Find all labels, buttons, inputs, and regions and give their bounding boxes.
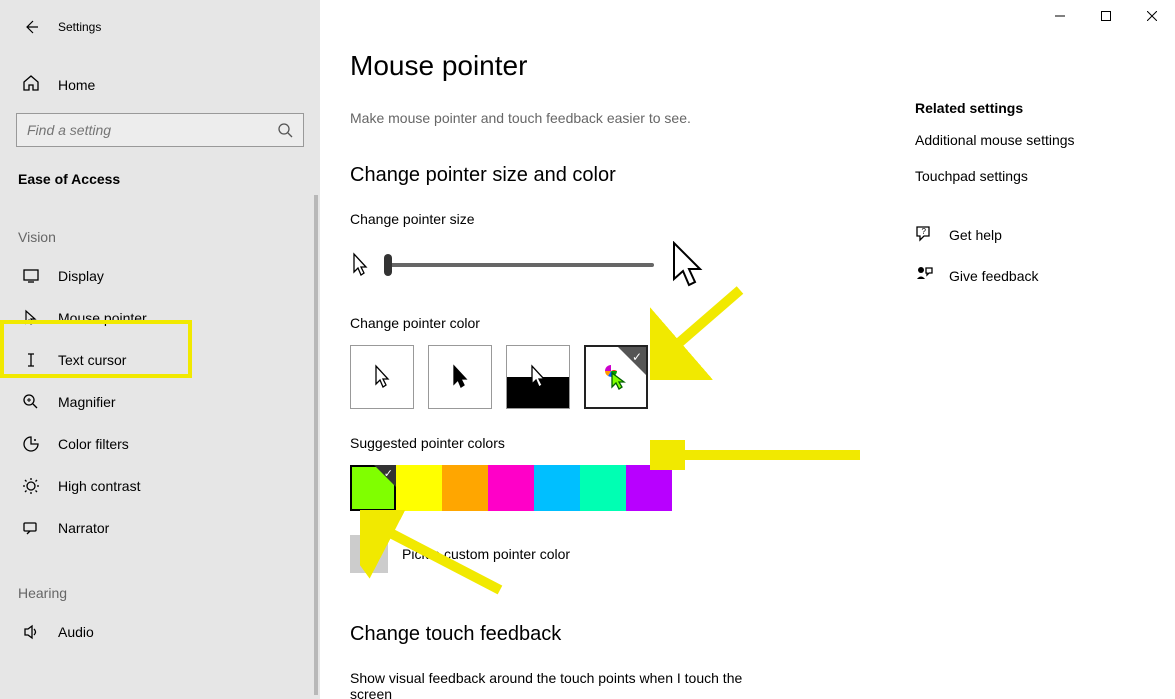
pointer-size-large-icon (668, 241, 708, 289)
give-feedback[interactable]: Give feedback (915, 265, 1157, 286)
color-swatch[interactable] (488, 465, 534, 511)
maximize-button[interactable] (1083, 0, 1129, 32)
category-label: Ease of Access (0, 161, 320, 193)
sidebar-item-audio[interactable]: Audio (0, 611, 320, 653)
main: Mouse pointer Make mouse pointer and tou… (320, 0, 1175, 699)
display-icon (22, 267, 40, 285)
slider-thumb[interactable] (384, 254, 392, 276)
sidebar-item-narrator[interactable]: Narrator (0, 507, 320, 549)
page-title: Mouse pointer (350, 50, 885, 82)
group-vision: Vision (0, 193, 320, 255)
sidebar-item-mouse-pointer[interactable]: Mouse pointer (0, 297, 320, 339)
home-label: Home (58, 77, 95, 93)
magnifier-icon (22, 393, 40, 411)
back-button[interactable] (22, 18, 40, 36)
title-bar: Settings (0, 6, 320, 44)
color-filters-icon (22, 435, 40, 453)
color-swatch[interactable] (626, 465, 672, 511)
sidebar-item-text-cursor[interactable]: Text cursor (0, 339, 320, 381)
sidebar-label: Color filters (58, 436, 129, 452)
feedback-icon (915, 265, 933, 286)
window-controls (1037, 0, 1175, 32)
scheme-custom[interactable]: ✓ (584, 345, 648, 409)
help-icon: ? (915, 224, 933, 245)
related-heading: Related settings (915, 100, 1157, 116)
group-hearing: Hearing (0, 549, 320, 611)
window-title: Settings (58, 20, 101, 34)
check-icon: ✓ (632, 350, 642, 364)
color-swatch[interactable] (396, 465, 442, 511)
search-icon (277, 122, 293, 138)
sidebar-home[interactable]: Home (0, 44, 320, 107)
sidebar-label: High contrast (58, 478, 140, 494)
mouse-pointer-icon (22, 309, 40, 327)
side-panel: Related settings Additional mouse settin… (915, 0, 1175, 699)
content: Mouse pointer Make mouse pointer and tou… (320, 0, 915, 699)
link-additional-mouse-settings[interactable]: Additional mouse settings (915, 132, 1157, 148)
pick-custom-color-button[interactable] (350, 535, 388, 573)
sidebar-label: Text cursor (58, 352, 126, 368)
get-help[interactable]: ? Get help (915, 224, 1157, 245)
color-swatch[interactable]: ✓ (350, 465, 396, 511)
minimize-button[interactable] (1037, 0, 1083, 32)
sidebar: Settings Home Ease of Access Vision Disp… (0, 0, 320, 699)
color-swatch[interactable] (534, 465, 580, 511)
search-input[interactable] (27, 122, 293, 138)
sidebar-label: Magnifier (58, 394, 116, 410)
pointer-size-slider[interactable] (384, 263, 654, 267)
text-cursor-icon (22, 351, 40, 369)
settings-window: Settings Home Ease of Access Vision Disp… (0, 0, 1175, 699)
help-label: Get help (949, 227, 1002, 243)
narrator-icon (22, 519, 40, 537)
sidebar-label: Display (58, 268, 104, 284)
scheme-inverted[interactable] (506, 345, 570, 409)
section-size-color: Change pointer size and color (350, 164, 885, 187)
touch-feedback-desc: Show visual feedback around the touch po… (350, 670, 770, 699)
nav-list: Display Mouse pointer Text cursor Ma (0, 255, 320, 549)
sidebar-label: Mouse pointer (58, 310, 147, 326)
page-subtitle: Make mouse pointer and touch feedback ea… (350, 110, 885, 126)
home-icon (22, 74, 40, 95)
sidebar-label: Narrator (58, 520, 109, 536)
svg-text:?: ? (922, 227, 927, 236)
check-icon: ✓ (384, 467, 393, 480)
sidebar-item-color-filters[interactable]: Color filters (0, 423, 320, 465)
sidebar-item-magnifier[interactable]: Magnifier (0, 381, 320, 423)
label-suggested-colors: Suggested pointer colors (350, 435, 885, 451)
color-swatch[interactable] (580, 465, 626, 511)
label-pointer-color: Change pointer color (350, 315, 885, 331)
scheme-black[interactable] (428, 345, 492, 409)
section-touch-feedback: Change touch feedback (350, 623, 885, 646)
close-button[interactable] (1129, 0, 1175, 32)
sidebar-item-high-contrast[interactable]: High contrast (0, 465, 320, 507)
feedback-label: Give feedback (949, 268, 1039, 284)
pointer-size-control (350, 241, 885, 289)
pointer-size-small-icon (350, 252, 370, 278)
custom-color-row: Pick a custom pointer color (350, 535, 885, 573)
search-box[interactable] (16, 113, 304, 147)
sidebar-item-display[interactable]: Display (0, 255, 320, 297)
custom-color-label: Pick a custom pointer color (402, 546, 570, 562)
nav-list-2: Audio (0, 611, 320, 653)
link-touchpad-settings[interactable]: Touchpad settings (915, 168, 1157, 184)
scheme-white[interactable] (350, 345, 414, 409)
suggested-colors: ✓ (350, 465, 885, 511)
high-contrast-icon (22, 477, 40, 495)
label-pointer-size: Change pointer size (350, 211, 885, 227)
audio-icon (22, 623, 40, 641)
pointer-color-schemes: ✓ (350, 345, 885, 409)
color-swatch[interactable] (442, 465, 488, 511)
sidebar-label: Audio (58, 624, 94, 640)
